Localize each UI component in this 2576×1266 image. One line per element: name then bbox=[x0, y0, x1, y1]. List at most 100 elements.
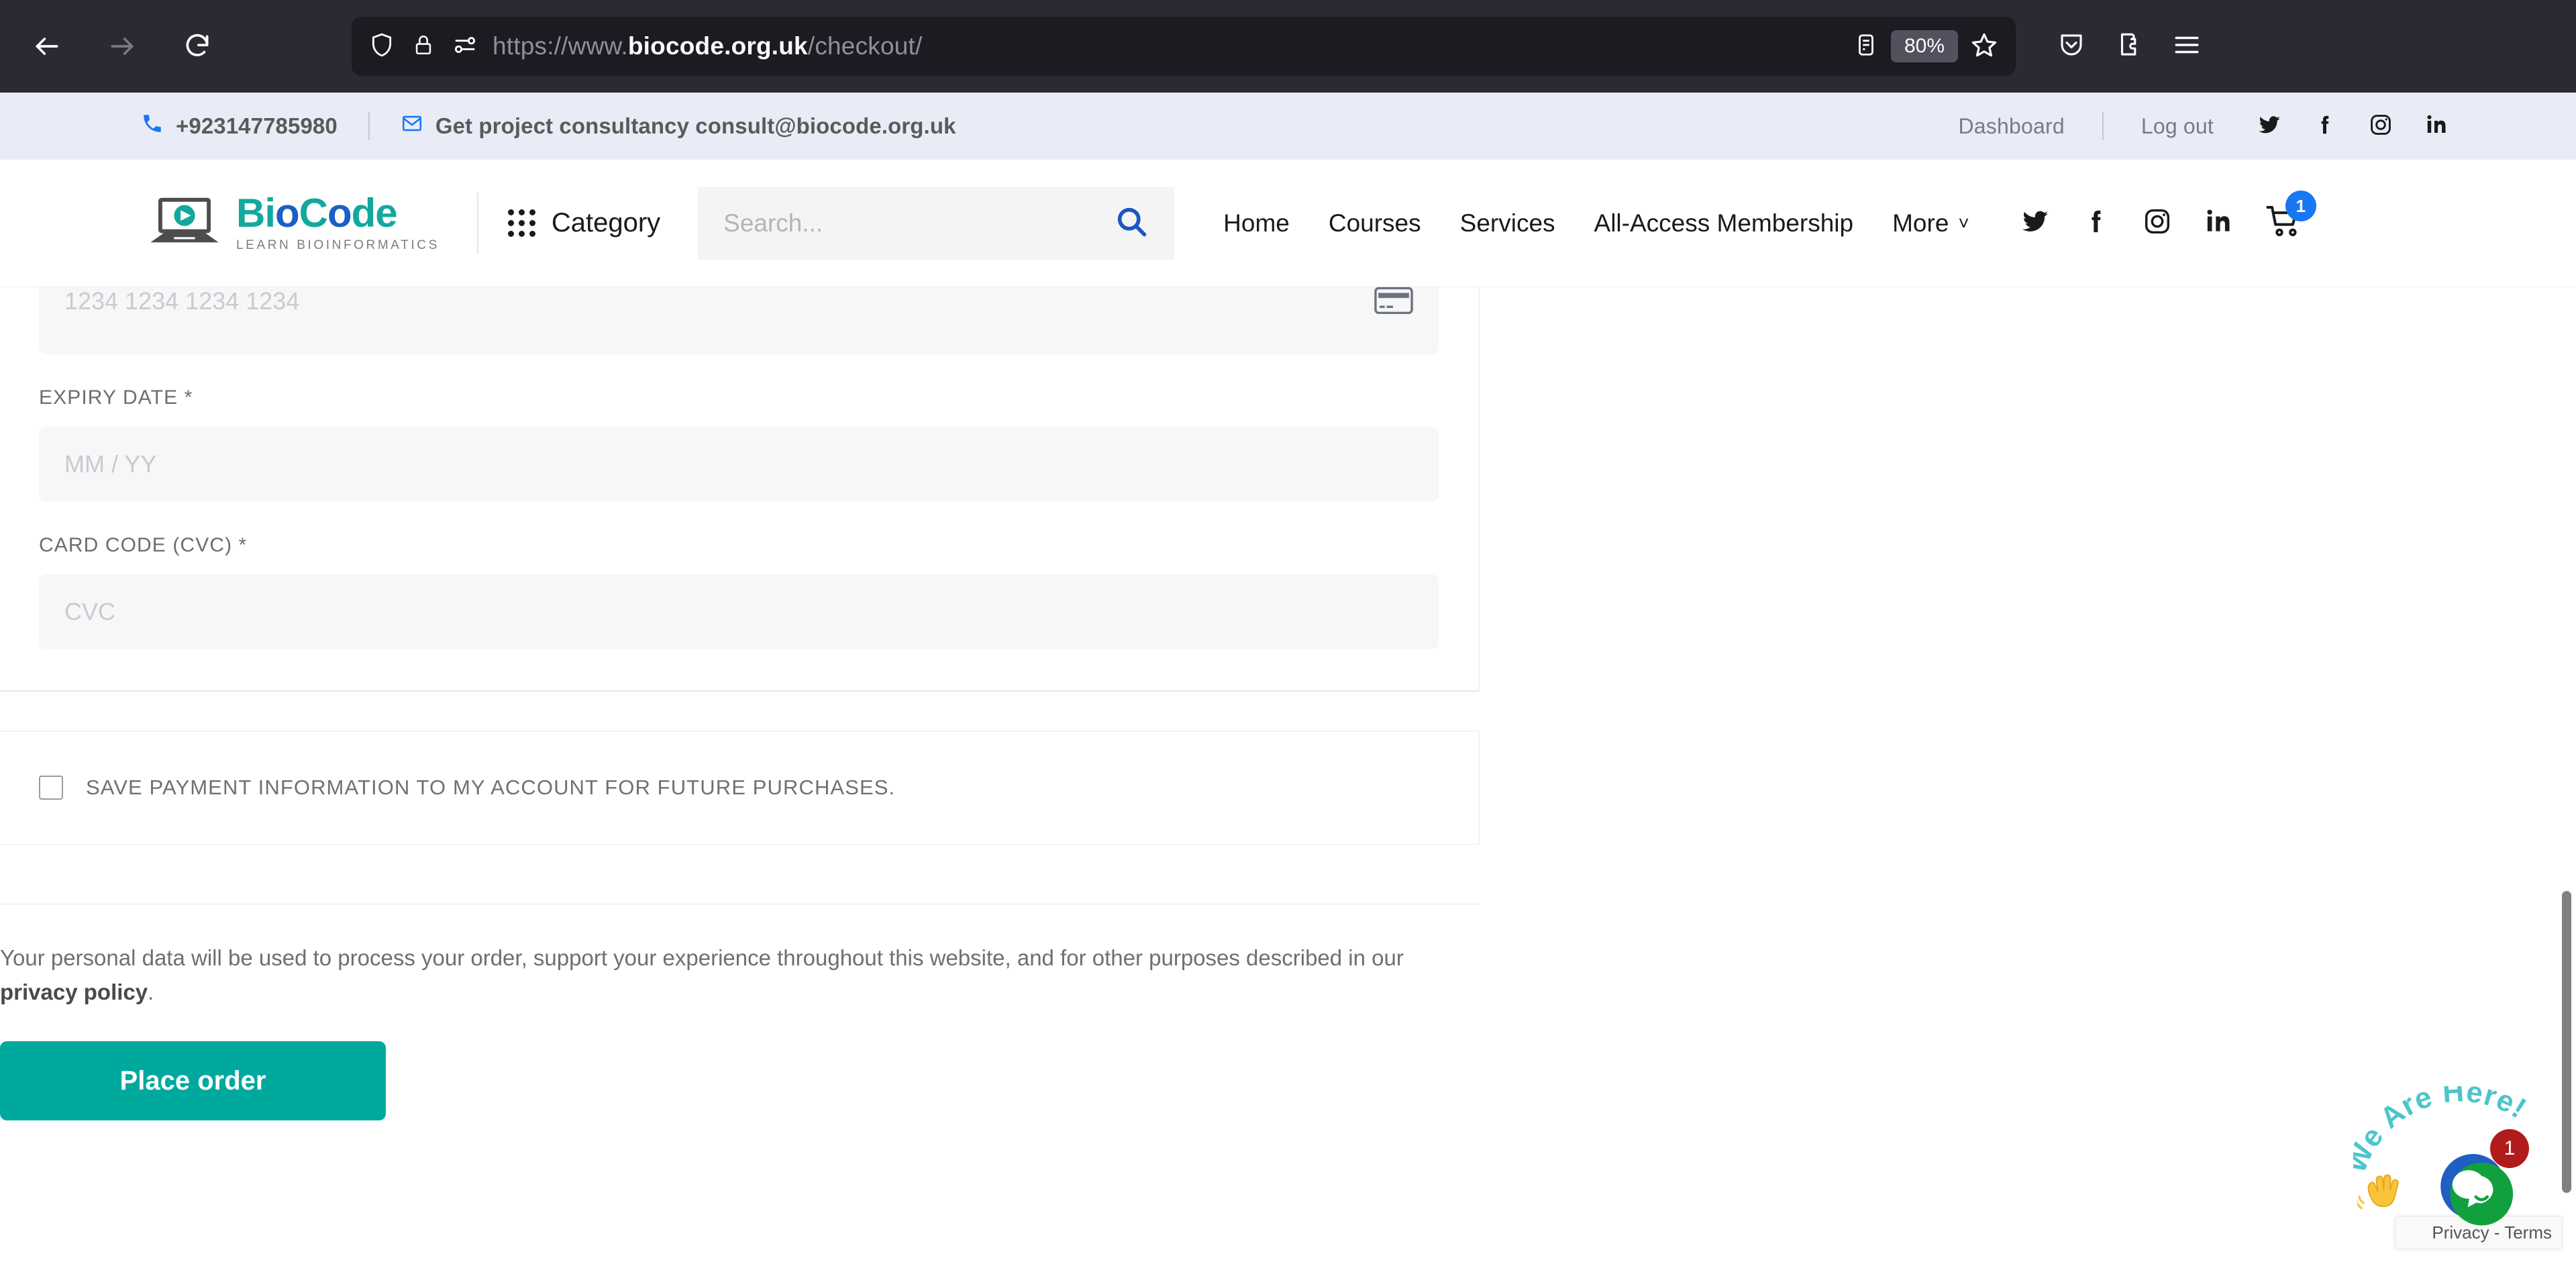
twitter-icon[interactable] bbox=[2257, 112, 2282, 141]
category-button[interactable]: Category bbox=[507, 208, 661, 238]
phone-contact[interactable]: +923147785980 bbox=[141, 112, 338, 140]
logo-part-o2: o bbox=[327, 191, 352, 235]
credit-card-icon bbox=[1374, 287, 1413, 320]
instagram-icon[interactable] bbox=[2368, 112, 2393, 141]
utility-social-links bbox=[2257, 112, 2449, 141]
chevron-down-icon: ˅ bbox=[1958, 212, 1969, 233]
shield-icon[interactable] bbox=[369, 32, 395, 61]
utility-account-group: Dashboard Log out bbox=[1951, 112, 2449, 141]
cvc-placeholder: CVC bbox=[64, 598, 116, 625]
header-social-links bbox=[2020, 206, 2233, 240]
email-text: Get project consultancy consult@biocode.… bbox=[435, 113, 956, 138]
facebook-icon[interactable] bbox=[2081, 207, 2111, 240]
url-path: /checkout/ bbox=[807, 32, 923, 60]
utility-contact-group: +923147785980 Get project consultancy co… bbox=[141, 112, 956, 140]
nav-link-services[interactable]: Services bbox=[1441, 209, 1575, 238]
grid-apps-icon bbox=[507, 209, 535, 237]
expiry-date-label: EXPIRY DATE * bbox=[39, 386, 193, 409]
nav-link-all-access-membership[interactable]: All-Access Membership bbox=[1575, 209, 1873, 238]
back-button[interactable] bbox=[23, 22, 71, 70]
twitter-icon[interactable] bbox=[2020, 206, 2051, 240]
linkedin-icon[interactable] bbox=[2204, 207, 2233, 240]
instagram-icon[interactable] bbox=[2142, 206, 2173, 240]
browser-right-actions bbox=[2057, 31, 2201, 62]
main-navigation: Home Courses Services All-Access Members… bbox=[1204, 209, 1989, 238]
utility-divider-2 bbox=[2102, 112, 2104, 140]
site-logo[interactable]: BioCode LEARN BIOINFORMATICS bbox=[148, 193, 440, 253]
address-bar-actions: 80% bbox=[1853, 30, 1998, 62]
place-order-button[interactable]: Place order bbox=[0, 1041, 386, 1121]
privacy-policy-link[interactable]: privacy policy bbox=[0, 980, 148, 1004]
shopping-cart-icon bbox=[2265, 206, 2303, 243]
scrollbar-thumb[interactable] bbox=[2562, 891, 2571, 1193]
category-label: Category bbox=[551, 208, 661, 238]
facebook-icon[interactable] bbox=[2313, 113, 2337, 140]
search-icon[interactable] bbox=[1114, 204, 1149, 242]
card-number-field-group: 1234 1234 1234 1234 bbox=[39, 287, 1439, 354]
card-number-placeholder: 1234 1234 1234 1234 bbox=[64, 287, 300, 315]
url-text[interactable]: https://www.biocode.org.uk/checkout/ bbox=[493, 32, 923, 60]
address-bar[interactable]: https://www.biocode.org.uk/checkout/ 80% bbox=[352, 17, 2016, 76]
dashboard-link[interactable]: Dashboard bbox=[1951, 114, 2071, 139]
permissions-icon[interactable] bbox=[452, 32, 478, 61]
place-order-area: Place order bbox=[0, 1041, 1480, 1121]
payment-details-panel: 1234 1234 1234 1234 EXPIRY DATE * MM / Y… bbox=[0, 287, 1480, 692]
logo-tagline: LEARN BIOINFORMATICS bbox=[236, 238, 440, 252]
privacy-text-part2: . bbox=[148, 980, 154, 1005]
chat-widget[interactable]: We Are Here! Privacy - Terms 1 bbox=[2353, 1086, 2561, 1257]
expiry-placeholder: MM / YY bbox=[64, 450, 157, 478]
forward-button[interactable] bbox=[98, 22, 146, 70]
logo-part-bi: Bi bbox=[236, 191, 276, 235]
save-payment-info-label: SAVE PAYMENT INFORMATION TO MY ACCOUNT F… bbox=[86, 776, 896, 799]
envelope-icon bbox=[401, 112, 423, 140]
pocket-save-icon[interactable] bbox=[2057, 31, 2085, 62]
reload-button[interactable] bbox=[173, 22, 221, 70]
nav-more-label: More bbox=[1892, 209, 1949, 237]
page-content: 1234 1234 1234 1234 EXPIRY DATE * MM / Y… bbox=[0, 287, 2576, 1266]
header-divider bbox=[476, 192, 478, 254]
browser-toolbar: https://www.biocode.org.uk/checkout/ 80% bbox=[0, 0, 2576, 93]
cart-button[interactable]: 1 bbox=[2265, 191, 2316, 244]
cvc-input[interactable]: CVC bbox=[39, 574, 1439, 649]
save-payment-info-row[interactable]: SAVE PAYMENT INFORMATION TO MY ACCOUNT F… bbox=[0, 731, 1480, 845]
utility-divider bbox=[368, 112, 370, 140]
search-placeholder: Search... bbox=[723, 209, 823, 237]
extensions-icon[interactable] bbox=[2115, 31, 2143, 62]
logo-text: BioCode LEARN BIOINFORMATICS bbox=[236, 193, 440, 253]
privacy-text-part1: Your personal data will be used to proce… bbox=[0, 945, 1404, 970]
card-number-input[interactable]: 1234 1234 1234 1234 bbox=[39, 287, 1439, 354]
nav-link-more[interactable]: More ˅ bbox=[1873, 209, 1989, 238]
cart-count-badge: 1 bbox=[2285, 191, 2316, 221]
expiry-field-group: EXPIRY DATE * MM / YY bbox=[39, 386, 1439, 502]
reload-icon bbox=[183, 32, 212, 61]
expiry-date-input[interactable]: MM / YY bbox=[39, 427, 1439, 502]
logo-part-o1: o bbox=[275, 191, 300, 235]
chat-unread-badge: 1 bbox=[2490, 1129, 2529, 1168]
cvc-field-group: CARD CODE (CVC) * CVC bbox=[39, 534, 1439, 649]
hamburger-menu-icon[interactable] bbox=[2173, 31, 2201, 62]
phone-icon bbox=[141, 112, 164, 140]
checkout-form-column: 1234 1234 1234 1234 EXPIRY DATE * MM / Y… bbox=[0, 287, 1480, 1121]
top-utility-bar: +923147785980 Get project consultancy co… bbox=[0, 93, 2576, 160]
url-prefix: https://www. bbox=[493, 32, 628, 60]
address-bar-icons bbox=[369, 32, 478, 61]
card-code-label: CARD CODE (CVC) * bbox=[39, 534, 248, 556]
nav-link-home[interactable]: Home bbox=[1204, 209, 1309, 238]
search-input[interactable]: Search... bbox=[698, 187, 1175, 260]
zoom-level-badge[interactable]: 80% bbox=[1890, 30, 1958, 62]
star-bookmark-icon[interactable] bbox=[1970, 31, 1998, 62]
site-header: BioCode LEARN BIOINFORMATICS Category Se… bbox=[0, 160, 2576, 287]
linkedin-icon[interactable] bbox=[2424, 113, 2449, 140]
privacy-policy-text: Your personal data will be used to proce… bbox=[0, 941, 1463, 1009]
lock-icon[interactable] bbox=[412, 34, 435, 60]
nav-link-courses[interactable]: Courses bbox=[1309, 209, 1441, 238]
email-contact[interactable]: Get project consultancy consult@biocode.… bbox=[401, 112, 956, 140]
logout-link[interactable]: Log out bbox=[2134, 114, 2220, 139]
reader-mode-icon[interactable] bbox=[1853, 32, 1879, 61]
logo-wordmark: BioCode bbox=[236, 193, 440, 233]
laptop-play-icon bbox=[148, 195, 221, 251]
back-arrow-icon bbox=[32, 32, 62, 61]
navigation-buttons bbox=[23, 22, 221, 70]
save-payment-info-checkbox[interactable] bbox=[39, 776, 63, 800]
phone-number: +923147785980 bbox=[176, 113, 338, 138]
